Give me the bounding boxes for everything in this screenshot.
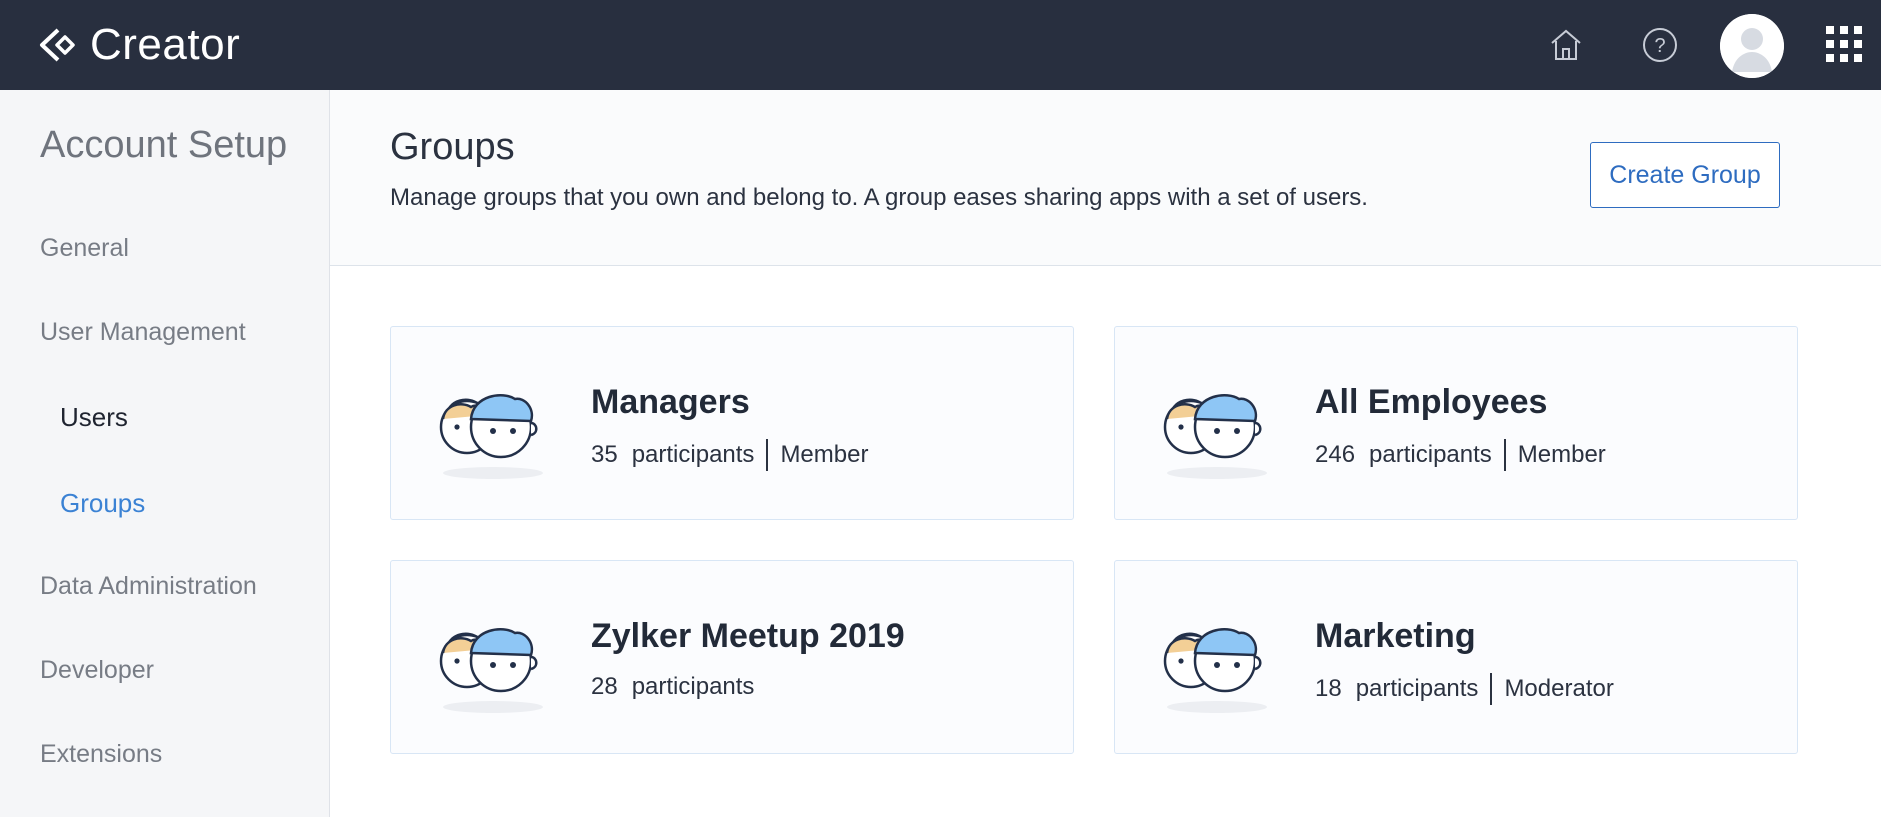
- meta-divider: [1503, 439, 1506, 471]
- group-meta: 35 participants Member: [591, 439, 868, 471]
- sidebar-item-user-management[interactable]: User Management: [40, 318, 246, 347]
- sidebar-item-general[interactable]: General: [40, 234, 129, 263]
- group-meta: 28 participants: [591, 673, 754, 701]
- group-icon: [1163, 394, 1267, 479]
- home-icon[interactable]: [1544, 23, 1588, 67]
- sidebar-item-users[interactable]: Users: [60, 402, 128, 433]
- participants-label: participants: [631, 673, 755, 700]
- sidebar-title: Account Setup: [40, 124, 288, 166]
- sidebar-item-groups[interactable]: Groups: [60, 488, 145, 519]
- group-card-managers[interactable]: Managers 35 participants Member: [390, 326, 1074, 520]
- group-name: Zylker Meetup 2019: [591, 617, 905, 655]
- group-role: Member: [1517, 441, 1606, 468]
- group-role: Member: [780, 441, 869, 468]
- group-icon: [439, 394, 543, 479]
- apps-grid-icon[interactable]: [1826, 26, 1862, 62]
- group-role: Moderator: [1504, 675, 1614, 702]
- group-card-all-employees[interactable]: All Employees 246 participants Member: [1114, 326, 1798, 520]
- page-description: Manage groups that you own and belong to…: [390, 184, 1368, 211]
- page-title: Groups: [390, 126, 515, 168]
- creator-logo-icon: [40, 28, 75, 62]
- svg-text:?: ?: [1654, 35, 1665, 57]
- meta-divider: [766, 439, 769, 471]
- meta-divider: [1490, 673, 1493, 705]
- brand-name: Creator: [90, 20, 241, 69]
- create-group-button[interactable]: Create Group: [1590, 142, 1780, 208]
- groups-grid: Managers 35 participants Member All Empl…: [330, 266, 1881, 817]
- sidebar-item-data-administration[interactable]: Data Administration: [40, 572, 257, 601]
- sidebar-item-developer[interactable]: Developer: [40, 656, 154, 685]
- page-header: Groups Manage groups that you own and be…: [330, 90, 1881, 266]
- group-card-zylker-meetup-2019[interactable]: Zylker Meetup 2019 28 participants: [390, 560, 1074, 754]
- group-name: Marketing: [1315, 617, 1476, 655]
- participants-label: participants: [1355, 675, 1479, 702]
- sidebar-item-extensions[interactable]: Extensions: [40, 740, 162, 769]
- user-avatar[interactable]: [1720, 14, 1784, 78]
- brand-logo[interactable]: Creator: [36, 18, 240, 72]
- group-icon: [439, 628, 543, 713]
- top-bar: Creator ?: [0, 0, 1881, 90]
- group-name: Managers: [591, 383, 750, 421]
- participants-label: participants: [1369, 441, 1492, 468]
- group-meta: 246 participants Member: [1315, 439, 1606, 471]
- participant-count: 28: [591, 673, 618, 700]
- participants-label: participants: [631, 441, 755, 468]
- help-icon[interactable]: ?: [1638, 23, 1682, 67]
- participant-count: 246: [1315, 441, 1356, 468]
- group-name: All Employees: [1315, 383, 1548, 421]
- participant-count: 18: [1315, 675, 1342, 702]
- group-card-marketing[interactable]: Marketing 18 participants Moderator: [1114, 560, 1798, 754]
- sidebar: Account Setup General User Management Us…: [0, 90, 330, 817]
- group-icon: [1163, 628, 1267, 713]
- group-meta: 18 participants Moderator: [1315, 673, 1614, 705]
- participant-count: 35: [591, 441, 618, 468]
